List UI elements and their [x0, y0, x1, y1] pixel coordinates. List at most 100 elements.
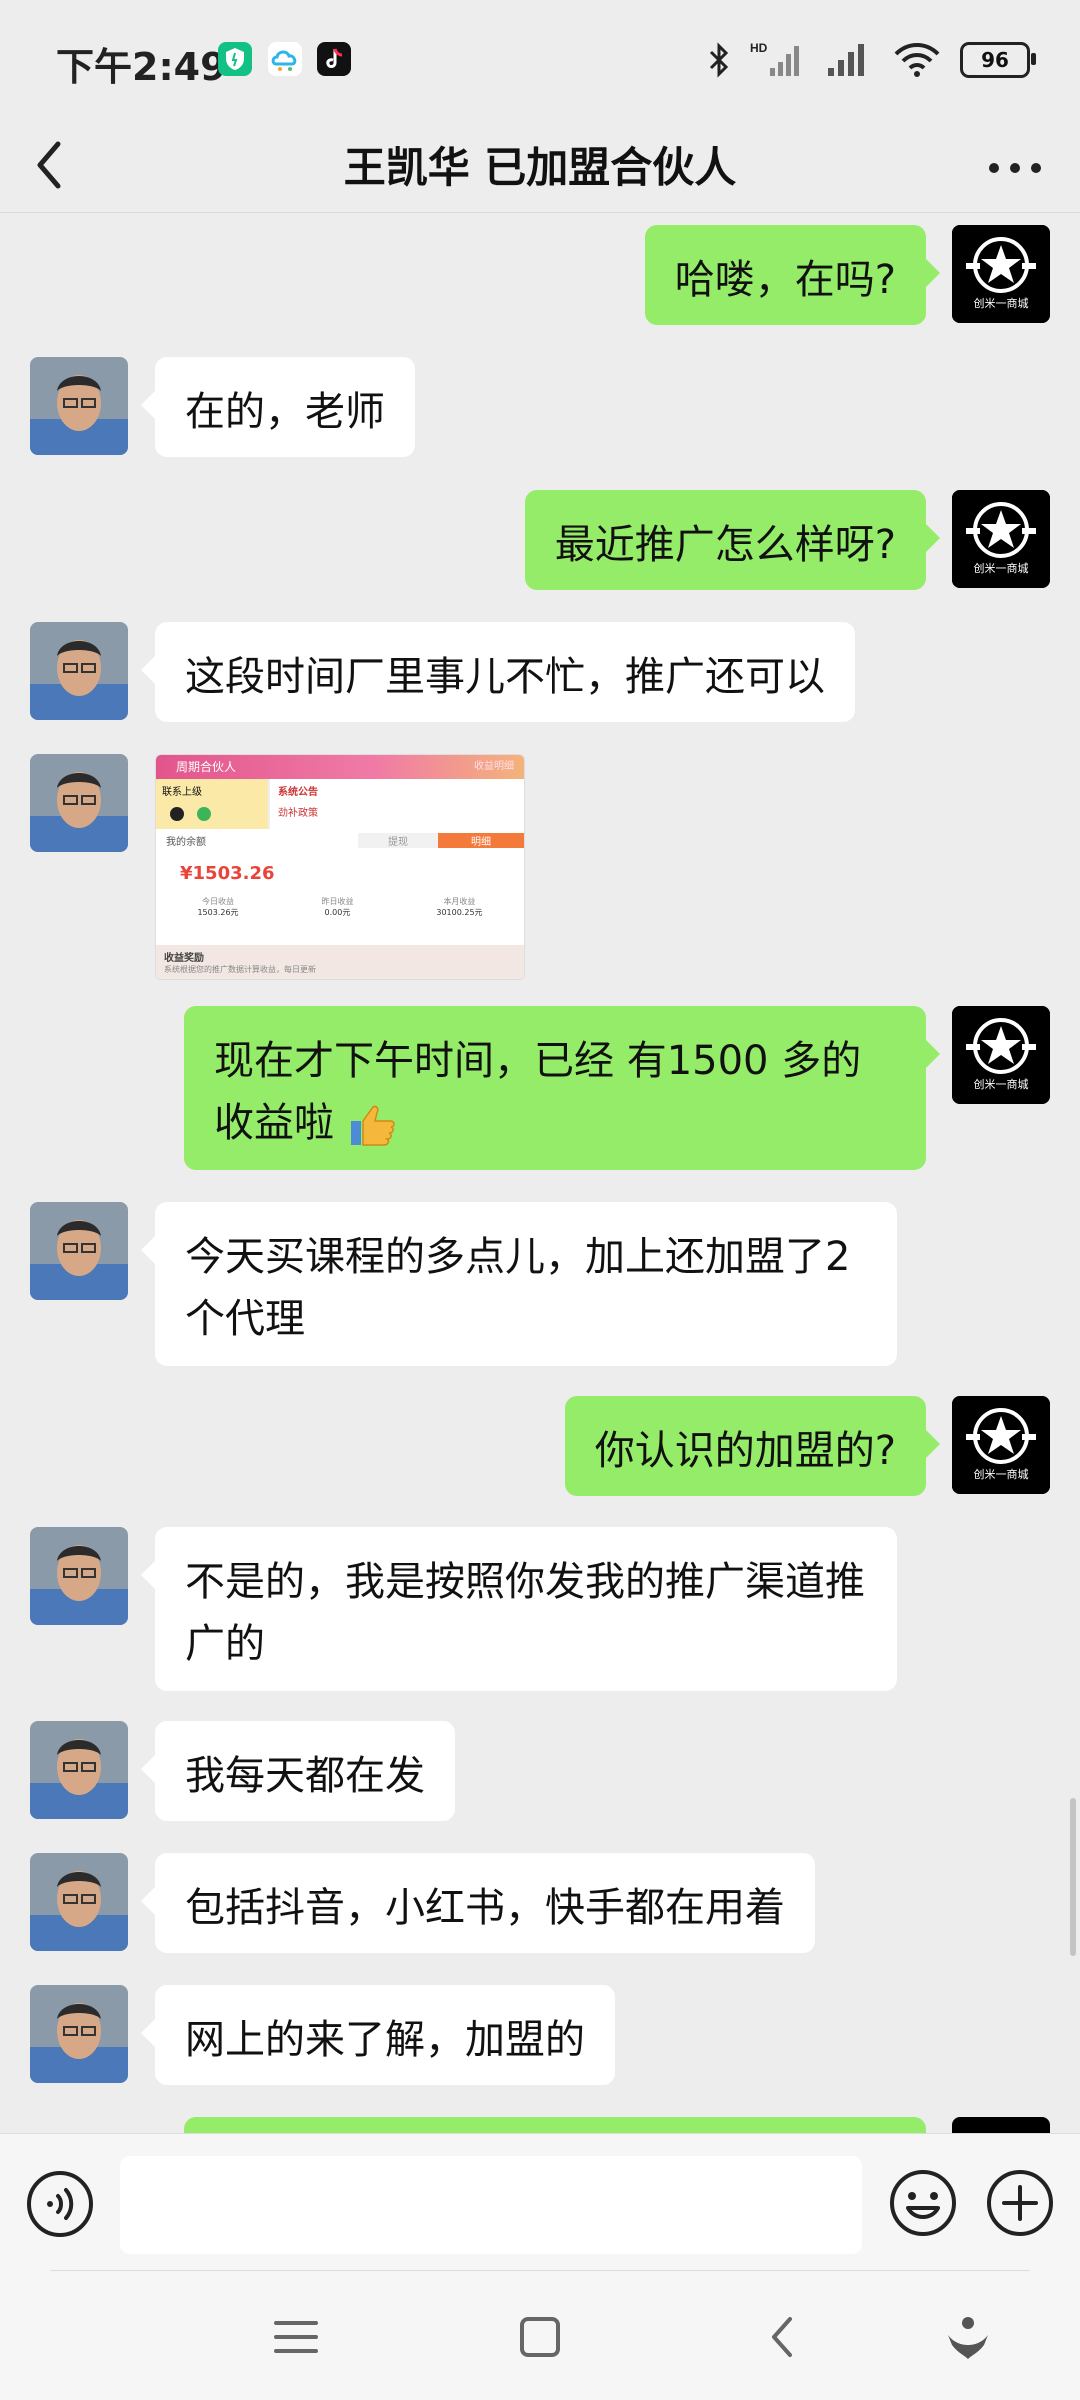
- status-indicators: HD 96: [706, 38, 1036, 82]
- contact-avatar[interactable]: [30, 622, 128, 720]
- image-stat: 昨日收益 0.00元: [321, 896, 353, 918]
- status-bar: 下午2:49 HD 96: [0, 0, 1080, 120]
- message-text: 哈喽，在吗?: [674, 257, 896, 303]
- message-bubble[interactable]: 哈喽，在吗?: [644, 225, 941, 325]
- image-left-tab-label: 联系上级: [162, 787, 202, 798]
- avatar-label: 创米一商城: [974, 561, 1029, 575]
- image-left-tab-icons: [162, 804, 262, 827]
- contact-avatar[interactable]: [30, 754, 128, 852]
- image-left-tab: 联系上级: [156, 779, 268, 829]
- message-text: 现在才下午时间，已经 有1500 多的收益啦: [214, 1038, 862, 1146]
- avatar-label: 创米一商城: [974, 296, 1029, 310]
- signal-icon: [828, 44, 864, 76]
- home-icon: [520, 2317, 560, 2357]
- image-tab-detail: 明细: [438, 832, 524, 848]
- more-features-button[interactable]: [985, 2168, 1055, 2238]
- image-footer-title: 收益奖励: [164, 953, 204, 964]
- signal-hd-icon: HD: [750, 41, 799, 76]
- shield-app-icon: [218, 42, 252, 76]
- message-bubble[interactable]: 最近推广怎么样呀?: [524, 490, 941, 590]
- input-bar: [0, 2133, 1080, 2272]
- message-text: 这段时间厂里事儿不忙，推广还可以: [185, 654, 825, 700]
- svg-text:HD: HD: [750, 41, 768, 55]
- message-bubble[interactable]: 现在才下午时间，已经 有1500 多的收益啦: [184, 1006, 940, 1170]
- bluetooth-icon: [709, 42, 729, 78]
- message-bubble[interactable]: 我每天都在发: [141, 1721, 455, 1821]
- menu-icon: [274, 2321, 318, 2353]
- contact-avatar[interactable]: [30, 357, 128, 455]
- image-message[interactable]: 周期合伙人 收益明细 联系上级 系统公告 劲补政策 我的余额 提现 明细 ¥15…: [155, 754, 525, 980]
- more-button[interactable]: [980, 132, 1050, 202]
- emoji-icon: [890, 2170, 956, 2236]
- more-dots-icon: [989, 163, 1041, 173]
- image-stats: 今日收益 1503.26元 昨日收益 0.00元 本月收益 30100.25元: [156, 896, 524, 918]
- status-time: 下午2:49: [56, 45, 227, 89]
- message-text: 网上的来了解，加盟的: [185, 2017, 585, 2063]
- message-bubble[interactable]: 网上的来了解，加盟的: [141, 1985, 615, 2085]
- tiktok-app-icon: [317, 42, 351, 76]
- message-bubble[interactable]: 包括抖音，小红书，快手都在用着: [141, 1853, 815, 1953]
- message-bubble[interactable]: 不是的，我是按照你发我的推广渠道推广的: [141, 1527, 897, 1691]
- message-text: 在的，老师: [185, 389, 385, 435]
- image-tab-withdraw: 提现: [358, 832, 438, 848]
- thumbs-up-icon: [350, 1105, 395, 1146]
- own-avatar[interactable]: 创米一商城: [952, 225, 1050, 323]
- chat-header: 王凯华 已加盟合伙人: [0, 120, 1080, 212]
- contact-avatar[interactable]: [30, 1202, 128, 1300]
- wifi-icon: [894, 43, 940, 77]
- battery-icon: 96: [960, 42, 1036, 78]
- message-bubble[interactable]: 这段时间厂里事儿不忙，推广还可以: [141, 622, 855, 722]
- home-button[interactable]: [512, 2309, 568, 2365]
- chat-messages[interactable]: 哈喽，在吗? 创米一商城 在的，老师 最近推广怎么样呀? 创米一商城 这段时间厂…: [0, 213, 1080, 2133]
- image-balance-row: 我的余额 提现 明细: [156, 829, 524, 851]
- image-stat-label: 昨日收益: [321, 897, 354, 906]
- message-text: 不是的，我是按照你发我的推广渠道推广的: [185, 1559, 865, 1667]
- message-bubble[interactable]: [184, 2117, 926, 2133]
- back-icon: [772, 2317, 792, 2357]
- image-title: 周期合伙人: [176, 760, 237, 774]
- chat-scrollbar[interactable]: [1070, 1798, 1076, 1956]
- own-avatar[interactable]: 创米一商城: [952, 490, 1050, 588]
- message-text: 最近推广怎么样呀?: [554, 522, 896, 568]
- message-bubble[interactable]: 今天买课程的多点儿，加上还加盟了2个代理: [141, 1202, 897, 1366]
- menu-button[interactable]: [268, 2309, 324, 2365]
- image-stat: 本月收益 30100.25元: [436, 896, 482, 918]
- avatar-label: 创米一商城: [974, 1467, 1029, 1481]
- own-avatar[interactable]: [952, 2117, 1050, 2133]
- message-text: 今天买课程的多点儿，加上还加盟了2个代理: [185, 1234, 851, 1342]
- image-footer: 收益奖励 系统根据您的推广数据计算收益，每日更新: [156, 945, 524, 979]
- image-balance-label: 我的余额: [166, 836, 206, 848]
- image-top-right: 收益明细: [474, 761, 514, 772]
- contact-avatar[interactable]: [30, 1985, 128, 2083]
- message-bubble[interactable]: 你认识的加盟的?: [564, 1396, 941, 1496]
- assistant-icon: [948, 2317, 988, 2359]
- contact-avatar[interactable]: [30, 1853, 128, 1951]
- image-stat-value: 1503.26元: [197, 908, 239, 917]
- message-input[interactable]: [120, 2156, 862, 2254]
- battery-level: 96: [981, 48, 1009, 72]
- own-avatar[interactable]: 创米一商城: [952, 1396, 1050, 1494]
- message-text: 你认识的加盟的?: [594, 1428, 896, 1474]
- cloud-app-icon: [268, 42, 302, 76]
- image-stat-label: 本月收益: [443, 897, 476, 906]
- avatar-label: 创米一商城: [974, 1077, 1029, 1091]
- image-header: 周期合伙人 收益明细: [156, 755, 524, 779]
- image-stat: 今日收益 1503.26元: [197, 896, 238, 918]
- contact-avatar[interactable]: [30, 1721, 128, 1819]
- message-text: 我每天都在发: [185, 1753, 425, 1799]
- own-avatar[interactable]: 创米一商城: [952, 1006, 1050, 1104]
- emoji-button[interactable]: [888, 2168, 958, 2238]
- image-stat-value: 30100.25元: [436, 908, 483, 917]
- image-balance-amount: ¥1503.26: [180, 863, 275, 884]
- message-text: 包括抖音，小红书，快手都在用着: [185, 1885, 785, 1931]
- voice-button[interactable]: [26, 2170, 94, 2238]
- contact-avatar[interactable]: [30, 1527, 128, 1625]
- assistant-button[interactable]: [940, 2309, 996, 2365]
- message-bubble[interactable]: 在的，老师: [141, 357, 415, 457]
- plus-icon: [987, 2170, 1053, 2236]
- back-nav-button[interactable]: [756, 2309, 812, 2365]
- image-stat-value: 0.00元: [324, 908, 351, 917]
- image-footer-text: 系统根据您的推广数据计算收益，每日更新: [164, 965, 316, 974]
- image-right-tab-label: 系统公告: [278, 787, 318, 798]
- image-tab-row: 联系上级 系统公告 劲补政策: [156, 779, 524, 829]
